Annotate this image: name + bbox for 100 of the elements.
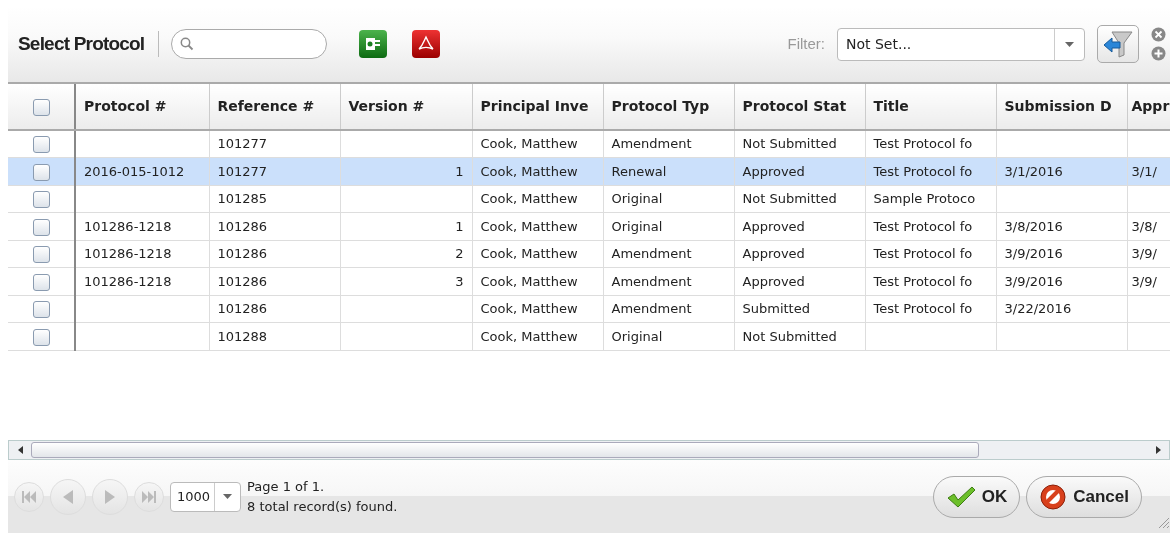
table-cell: Not Submitted [734,322,865,350]
table-cell: 101277 [209,130,340,158]
table-cell: Cook, Matthew [472,295,603,323]
table-cell: Approved [734,240,865,268]
add-icon[interactable] [1151,45,1166,61]
table-cell: Test Protocol fo [865,240,996,268]
table-cell: Not Submitted [734,130,865,158]
horizontal-scrollbar[interactable] [8,440,1170,460]
row-checkbox[interactable] [32,191,50,208]
table-cell: Original [603,322,734,350]
table-cell: 3/9/2016 [996,240,1127,268]
column-header[interactable]: Appr [1127,84,1170,130]
table-cell: Test Protocol fo [865,212,996,240]
table-cell: 101286-1218 [75,240,209,268]
table-cell: Amendment [603,267,734,295]
table-cell: Original [603,185,734,213]
first-page-icon [20,488,38,505]
ok-button[interactable]: OK [932,475,1021,518]
table-cell: Test Protocol fo [865,295,996,323]
apply-filter-button[interactable] [1097,25,1139,63]
table-cell: 101286 [209,267,340,295]
cancel-button[interactable]: Cancel [1026,475,1142,518]
page-size-dropdown[interactable]: 1000 [170,481,242,512]
spreadsheet-export-button[interactable] [358,30,387,58]
table-cell: 101286 [209,240,340,268]
table-cell: Cook, Matthew [472,267,603,295]
table-cell: 101286-1218 [75,212,209,240]
last-page-button[interactable] [134,481,164,512]
column-header[interactable]: Principal Inve [472,84,603,130]
record-count: 8 total record(s) found. [247,497,398,516]
table-cell: Renewal [603,157,734,185]
column-header[interactable]: Version # [340,84,472,130]
table-cell: Approved [734,157,865,185]
table-cell: 3/9/ [1127,240,1170,268]
table-cell: Cook, Matthew [472,212,603,240]
table-cell: Amendment [603,130,734,158]
caret-icon [223,494,233,499]
table-cell: 3/9/2016 [996,267,1127,295]
table-cell: Cook, Matthew [472,130,603,158]
table-cell: Approved [734,212,865,240]
resize-grip-icon[interactable] [1156,515,1170,529]
table-cell: 3/8/2016 [996,212,1127,240]
first-page-button[interactable] [14,481,44,512]
column-header[interactable]: Reference # [209,84,340,130]
column-header[interactable]: Protocol Typ [603,84,734,130]
table-cell: Submitted [734,295,865,323]
table-cell: Original [603,212,734,240]
table-cell: 3 [340,267,472,295]
filter-label: Filter: [787,33,825,54]
scroll-right-icon[interactable] [1155,446,1161,454]
table-cell: 3/1/2016 [996,157,1127,185]
prohibited-icon [1039,482,1068,511]
funnel-arrow-icon [1102,29,1134,59]
column-header[interactable]: Title [865,84,996,130]
filter-dropdown[interactable]: Not Set... [837,27,1085,61]
table-cell: 3/8/ [1127,212,1170,240]
row-checkbox[interactable] [32,218,50,236]
table-cell: 101286-1218 [75,267,209,295]
scroll-left-icon[interactable] [17,446,23,454]
row-checkbox[interactable] [32,136,50,154]
dialog-title: Select Protocol [18,31,160,57]
table-cell: 2016-015-1012 [75,157,209,185]
close-icon[interactable] [1151,27,1166,43]
next-page-button[interactable] [92,478,128,515]
table-cell: 101277 [209,157,340,185]
table-cell: 1 [340,212,472,240]
table-cell: Test Protocol fo [865,157,996,185]
checkmark-icon [945,484,976,509]
scrollbar-thumb[interactable] [31,442,979,458]
row-checkbox[interactable] [32,301,50,318]
table-cell: Test Protocol fo [865,130,996,158]
caret-icon [1065,41,1074,47]
table-cell: 101285 [209,185,340,213]
table-cell: Cook, Matthew [472,322,603,350]
row-checkbox[interactable] [32,163,50,181]
column-header[interactable]: Protocol Stat [734,84,865,130]
pdf-export-button[interactable] [411,30,440,58]
page-info: Page 1 of 1. [247,477,326,496]
table-cell: 101288 [209,322,340,350]
row-checkbox[interactable] [32,328,50,346]
last-page-icon [140,488,158,505]
table-cell: Cook, Matthew [472,185,603,213]
search-field[interactable] [171,29,328,59]
column-header[interactable]: Submission D [996,84,1127,130]
table-cell: Sample Protoco [865,185,996,213]
column-header[interactable]: Protocol # [75,84,209,130]
row-checkbox[interactable] [32,273,50,291]
table-cell: 1 [340,157,472,185]
table-cell: Test Protocol fo [865,267,996,295]
row-checkbox[interactable] [32,246,50,263]
table-cell: Approved [734,267,865,295]
table-cell: Cook, Matthew [472,157,603,185]
table-cell: Cook, Matthew [472,240,603,268]
table-cell: Amendment [603,240,734,268]
table-cell: 2 [340,240,472,268]
table-cell: 101286 [209,212,340,240]
previous-page-button[interactable] [50,478,86,515]
select-all-checkbox[interactable] [32,98,50,116]
search-icon [180,37,195,51]
table-cell: 3/9/ [1127,267,1170,295]
